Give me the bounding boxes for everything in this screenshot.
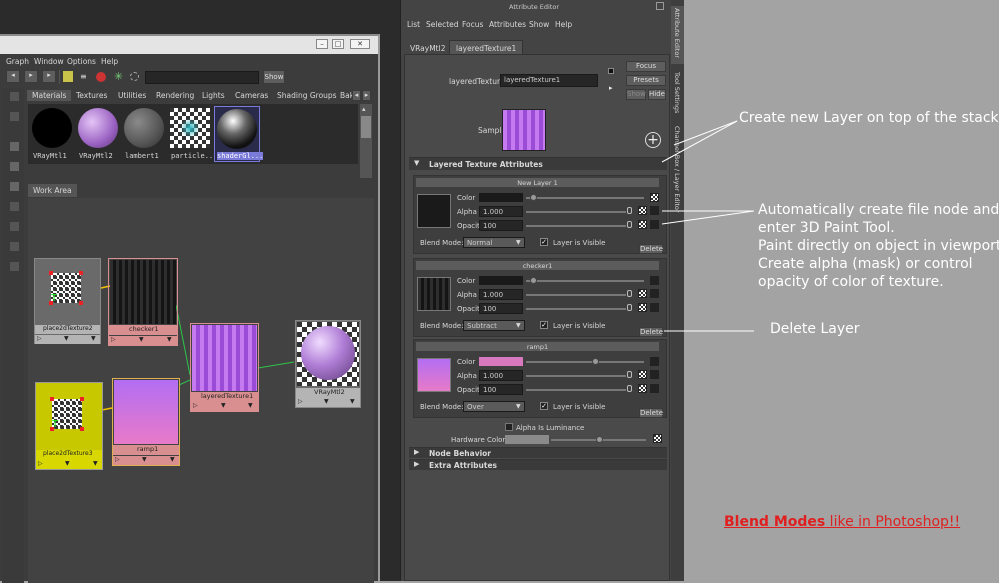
annotation-line: Paint directly on object in viewport. — [758, 238, 999, 254]
annotation-line: Create alpha (mask) or control — [758, 256, 973, 272]
arrow-line — [661, 120, 738, 163]
arrow-line — [673, 120, 738, 146]
annotation-delete-layer: Delete Layer — [770, 321, 860, 337]
annotation-line: enter 3D Paint Tool. — [758, 220, 895, 236]
blend-modes-highlight: Blend Modes — [724, 514, 826, 530]
annotation-line: opacity of color of texture. — [758, 274, 944, 290]
annotation-auto-file: Automatically create file node and enter… — [758, 201, 999, 291]
annotation-blend-modes: Blend Modes like in Photoshop!! — [724, 514, 960, 530]
blend-modes-rest: like in Photoshop!! — [825, 514, 961, 530]
annotation-line: Automatically create file node and — [758, 202, 999, 218]
annotation-create-layer: Create new Layer on top of the stack — [739, 110, 999, 126]
arrow-line — [661, 210, 755, 225]
